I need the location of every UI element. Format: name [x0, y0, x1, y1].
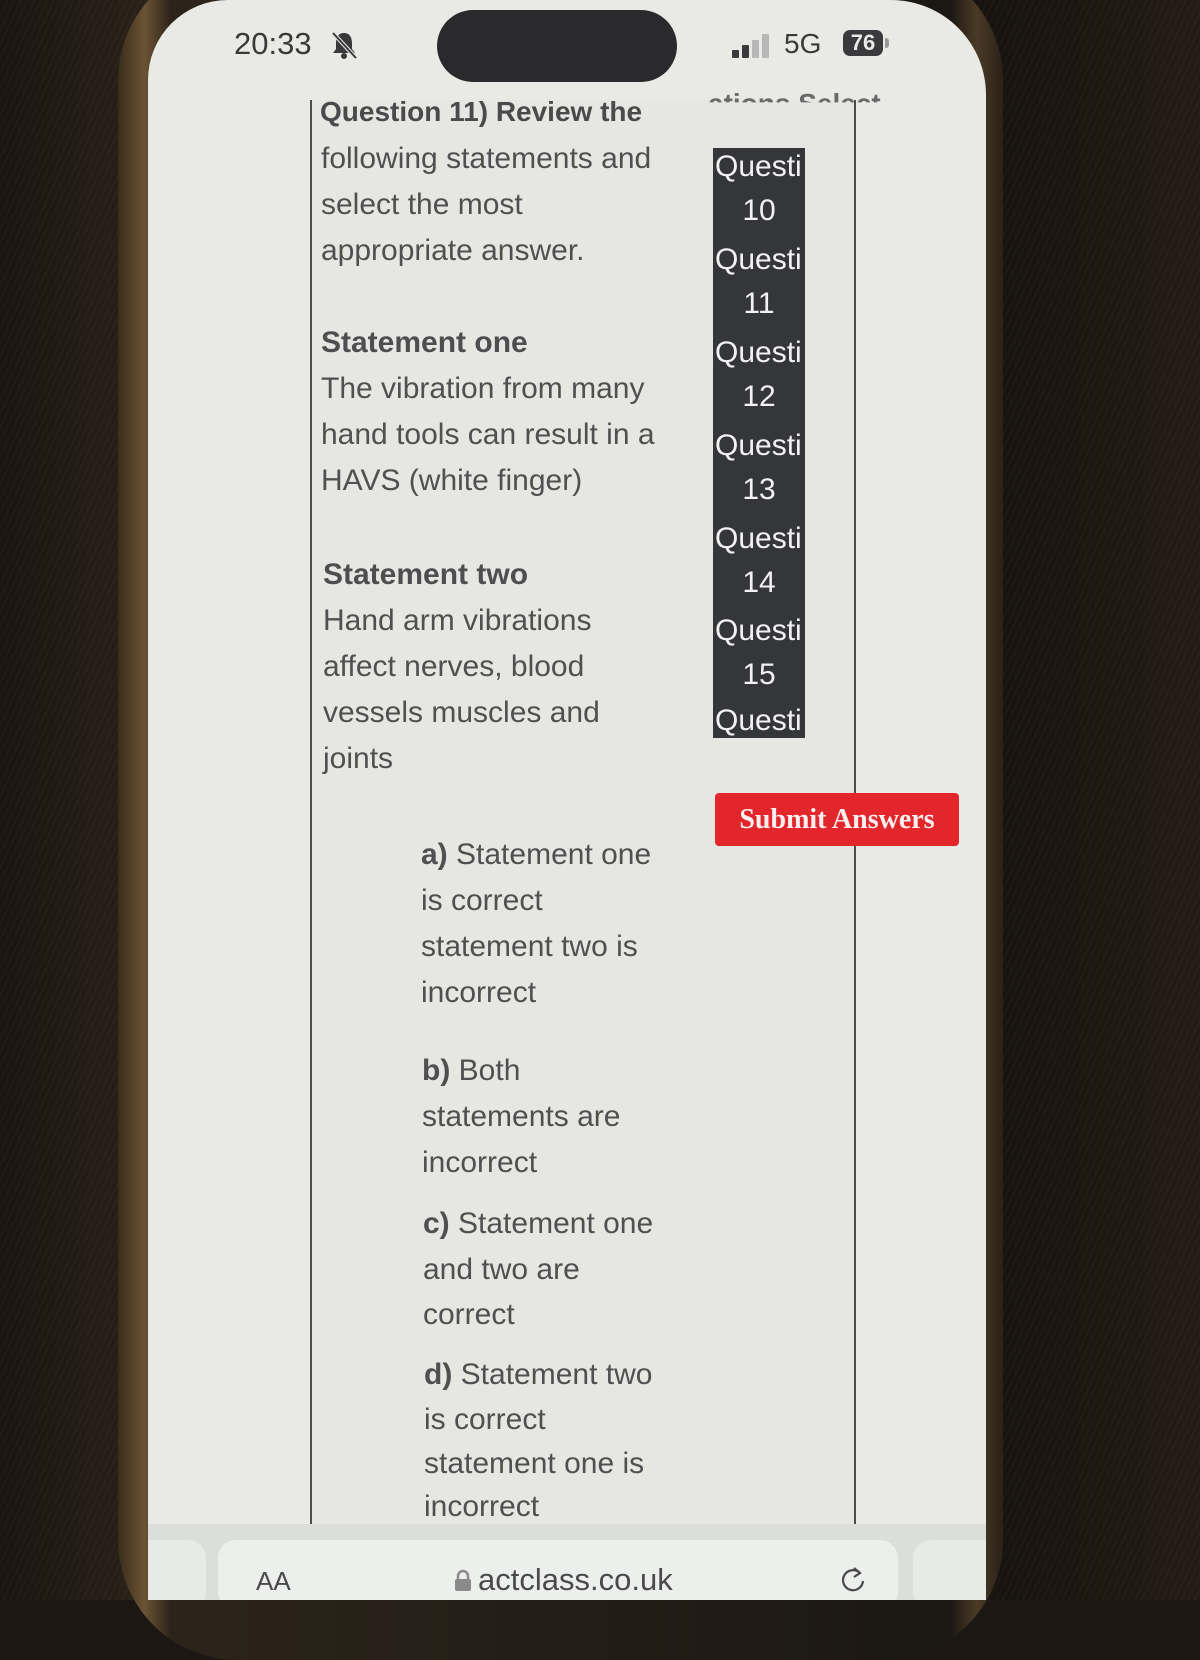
question-nav-label: Questi: [715, 243, 802, 276]
question-nav-item-11[interactable]: Questi 11: [713, 243, 805, 321]
question-nav-label: Questi: [715, 150, 802, 183]
battery-indicator: 76: [843, 30, 883, 56]
question-nav-label: Questi: [715, 704, 802, 737]
submit-answers-button[interactable]: Submit Answers: [715, 793, 959, 846]
question-nav-label: Questi: [715, 614, 802, 647]
question-nav-item-13[interactable]: Questi 13: [713, 429, 805, 507]
instruction-line: following statements and: [321, 142, 652, 175]
option-letter: a): [421, 838, 448, 871]
option-text: and two are: [423, 1253, 580, 1286]
question-nav-number: 10: [742, 194, 776, 227]
network-type: 5G: [784, 28, 822, 59]
statement-one-line: hand tools can result in a: [321, 418, 655, 451]
question-nav-number: 13: [742, 473, 776, 506]
previous-tab-pill[interactable]: [148, 1540, 206, 1600]
status-time: 20:33: [234, 26, 312, 61]
option-text: statement one is: [424, 1447, 645, 1480]
question-nav-label: Questi: [715, 429, 802, 462]
statement-one-line: The vibration from many: [321, 372, 645, 405]
statement-two-line: Hand arm vibrations: [323, 604, 592, 637]
statement-one-heading: Statement one: [321, 326, 528, 359]
instruction-line: select the most: [321, 188, 523, 221]
option-text: statements are: [422, 1100, 621, 1133]
question-nav-label: Questi: [715, 336, 802, 369]
option-text: incorrect: [421, 976, 537, 1009]
reload-icon[interactable]: [838, 1564, 868, 1594]
option-text: Statement two: [460, 1358, 653, 1391]
option-text: is correct: [424, 1403, 546, 1436]
question-nav-item-14[interactable]: Questi 14: [713, 522, 805, 600]
instruction-line: appropriate answer.: [321, 234, 585, 267]
signal-bars-icon: [732, 34, 769, 58]
option-letter: d): [424, 1358, 453, 1391]
question-nav-number: 11: [743, 287, 775, 320]
option-text: incorrect: [422, 1146, 538, 1179]
question-nav-label: Questi: [715, 522, 802, 555]
reader-settings-button[interactable]: AA: [256, 1566, 291, 1597]
lock-icon: [455, 1569, 471, 1591]
option-text: Both: [458, 1054, 521, 1087]
question-nav-number: 14: [742, 566, 776, 599]
dynamic-island: [437, 10, 677, 82]
statement-two-heading: Statement two: [323, 558, 529, 591]
question-nav-item-12[interactable]: Questi 12: [713, 336, 805, 414]
question-nav-item-16[interactable]: Questi: [713, 704, 805, 738]
next-tab-pill[interactable]: [913, 1540, 986, 1600]
statement-one-line: HAVS (white finger): [321, 464, 583, 497]
option-letter: b): [422, 1054, 451, 1087]
question-nav-item-10[interactable]: Questi 10: [713, 150, 805, 228]
question-nav-number: 15: [742, 658, 776, 691]
option-text: incorrect: [424, 1490, 540, 1523]
option-text: is correct: [421, 884, 543, 917]
option-text: Statement one: [456, 838, 652, 871]
url-display[interactable]: actclass.co.uk: [478, 1562, 673, 1598]
option-text: Statement one: [458, 1207, 654, 1240]
question-title: Question 11) Review the: [320, 96, 643, 127]
statement-two-line: joints: [323, 742, 394, 775]
phone-screen: 20:33 5G 76 ations Select Question 11) R…: [148, 0, 986, 1600]
battery-tip: [885, 38, 889, 48]
bell-slash-icon: [331, 31, 358, 60]
statement-two-line: vessels muscles and: [323, 696, 600, 729]
option-text: correct: [423, 1298, 515, 1331]
question-nav-number: 12: [742, 380, 776, 413]
question-nav-item-15[interactable]: Questi 15: [713, 614, 805, 692]
statement-two-line: affect nerves, blood: [323, 650, 585, 683]
option-letter: c): [423, 1207, 450, 1240]
option-text: statement two is: [421, 930, 638, 963]
